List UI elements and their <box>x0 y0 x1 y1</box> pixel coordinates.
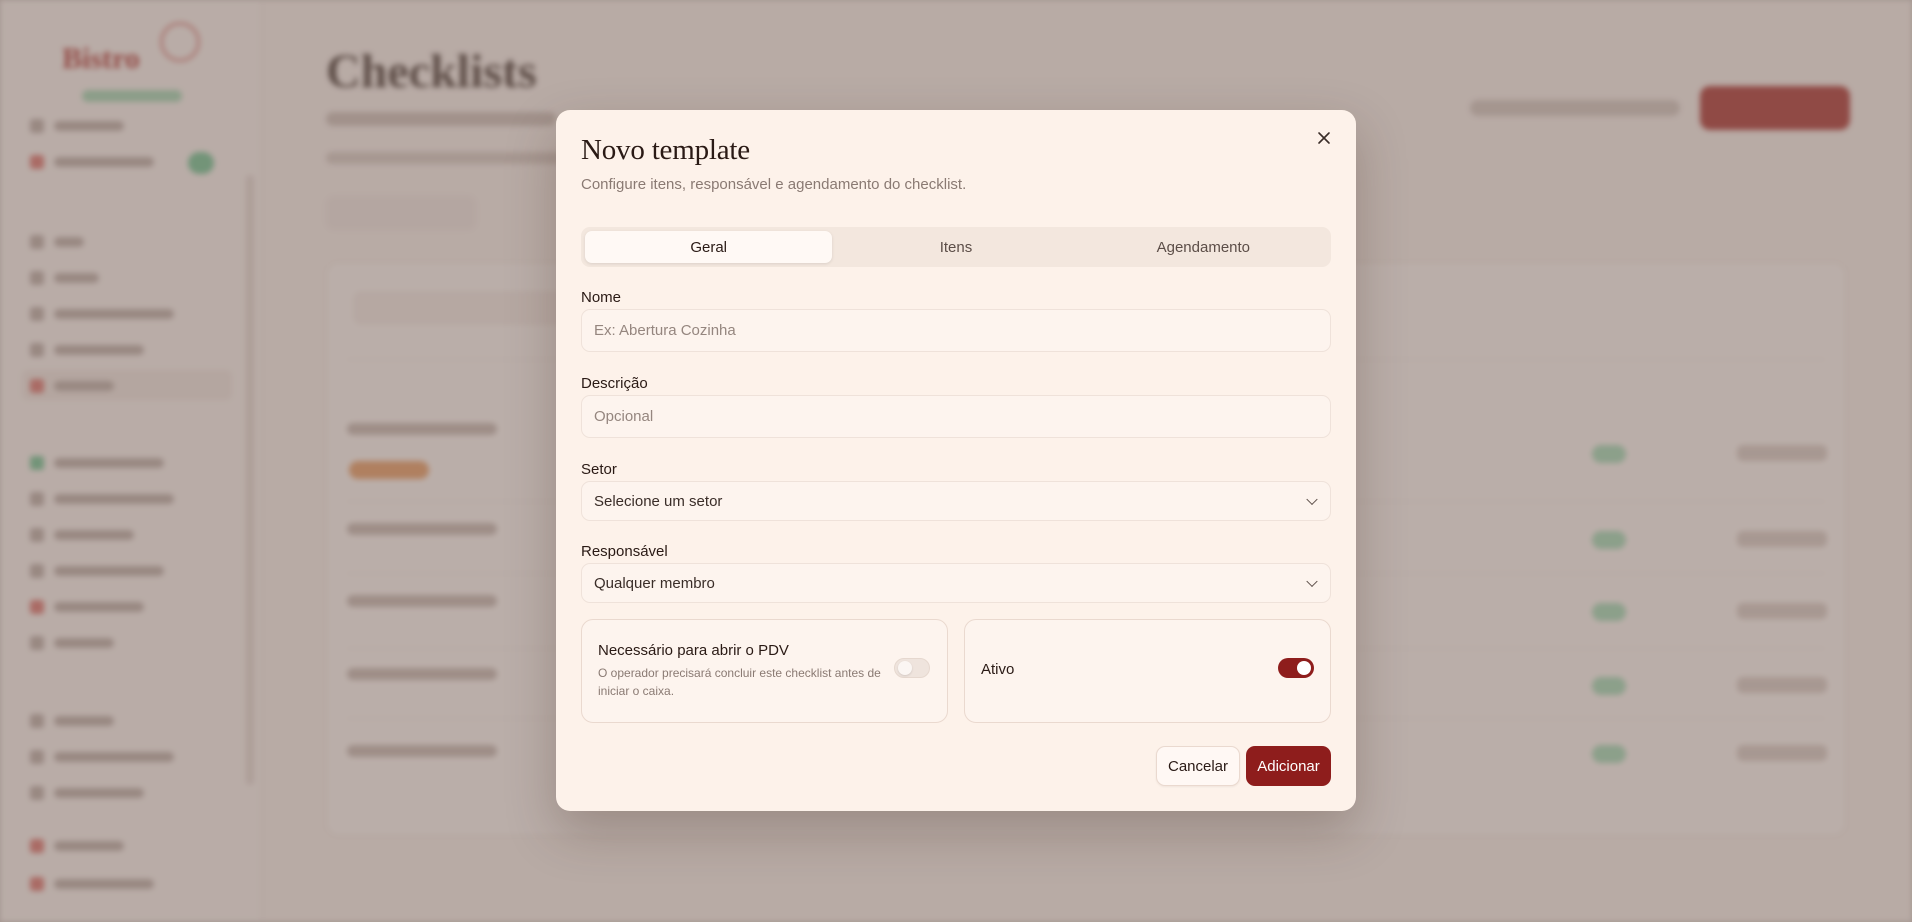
new-template-dialog: Novo template Configure itens, responsáv… <box>556 110 1356 811</box>
cancel-button[interactable]: Cancelar <box>1156 746 1240 786</box>
tab-agendamento[interactable]: Agendamento <box>1080 231 1327 263</box>
active-option-title: Ativo <box>981 661 1015 678</box>
nome-label: Nome <box>581 289 622 306</box>
close-icon[interactable] <box>1312 126 1336 150</box>
setor-label: Setor <box>581 461 617 478</box>
pdv-required-toggle[interactable] <box>894 658 930 678</box>
responsavel-select[interactable]: Qualquer membro <box>581 563 1331 603</box>
close-icon-glyph <box>1318 132 1330 144</box>
add-button[interactable]: Adicionar <box>1246 746 1331 786</box>
descricao-input[interactable]: Opcional <box>581 395 1331 438</box>
nome-input[interactable]: Ex: Abertura Cozinha <box>581 309 1331 352</box>
pdv-option-title: Necessário para abrir o PDV <box>598 642 789 659</box>
tab-geral[interactable]: Geral <box>585 231 833 263</box>
setor-select[interactable]: Selecione um setor <box>581 481 1331 521</box>
dialog-title: Novo template <box>581 134 750 166</box>
responsavel-label: Responsável <box>581 543 668 560</box>
dialog-tabs: Geral Itens Agendamento <box>581 227 1331 267</box>
pdv-option-description: O operador precisará concluir este check… <box>598 666 881 698</box>
responsavel-selected-value: Qualquer membro <box>594 574 715 592</box>
nome-placeholder: Ex: Abertura Cozinha <box>594 322 736 339</box>
setor-selected-value: Selecione um setor <box>594 492 723 510</box>
active-option: Ativo <box>964 619 1331 723</box>
dialog-description: Configure itens, responsável e agendamen… <box>581 176 967 193</box>
pdv-required-option: Necessário para abrir o PDV O operador p… <box>581 619 948 723</box>
toggle-knob <box>898 661 912 675</box>
toggle-knob <box>1297 661 1311 675</box>
descricao-label: Descrição <box>581 375 648 392</box>
chevron-down-icon <box>1306 575 1318 588</box>
tab-itens[interactable]: Itens <box>832 231 1079 263</box>
active-toggle[interactable] <box>1278 658 1314 678</box>
descricao-placeholder: Opcional <box>594 408 654 425</box>
chevron-down-icon <box>1306 493 1318 506</box>
